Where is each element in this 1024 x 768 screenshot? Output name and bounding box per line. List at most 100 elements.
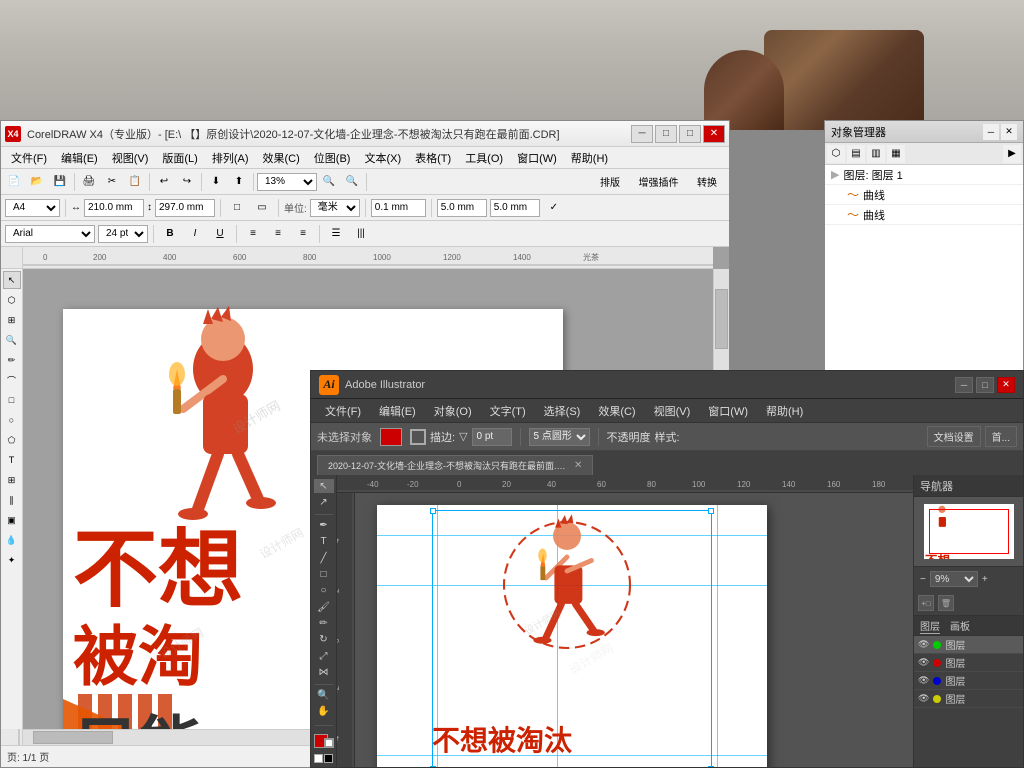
portrait-btn[interactable]: □ (226, 197, 248, 219)
fontsize-select[interactable]: 24 pt (98, 225, 148, 243)
tool-select[interactable]: ↖ (3, 271, 21, 289)
ai-tool-direct-select[interactable]: ↗ (314, 495, 334, 509)
bleed-v-input[interactable] (490, 199, 540, 217)
menu-help[interactable]: 帮助(H) (565, 148, 614, 168)
panel-tb4[interactable]: ▦ (887, 145, 905, 163)
tool-freehand[interactable]: ✏ (3, 351, 21, 369)
menu-bitmap[interactable]: 位图(B) (308, 148, 357, 168)
tb-cut[interactable]: ✂ (101, 171, 123, 193)
align-center-btn[interactable]: ≡ (267, 223, 289, 245)
ai-layer-row-4[interactable]: 👁 图层 (914, 690, 1023, 708)
menu-window[interactable]: 窗口(W) (511, 148, 563, 168)
underline-btn[interactable]: U (209, 223, 231, 245)
ai-zoom-minus[interactable]: − (920, 574, 926, 585)
tool-fill[interactable]: ▣ (3, 511, 21, 529)
ai-tool-pencil[interactable]: ✏ (314, 616, 334, 630)
curve-row-2[interactable]: 〜 曲线 (825, 205, 1023, 225)
tool-parallel[interactable]: ∥ (3, 491, 21, 509)
tb-import[interactable]: ⬇ (205, 171, 227, 193)
menu-layout[interactable]: 版面(L) (156, 148, 203, 168)
ai-menu-help[interactable]: 帮助(H) (758, 401, 811, 421)
bleed-h-input[interactable] (437, 199, 487, 217)
tb-undo[interactable]: ↩ (153, 171, 175, 193)
ai-shape-select[interactable]: 5 点圆形 (529, 428, 590, 446)
ai-layer-del[interactable]: 🗑 (938, 595, 954, 611)
cdr-scroll-thumb-h[interactable] (33, 731, 113, 744)
ai-tool-brush[interactable]: 🖌 (314, 600, 334, 614)
tool-interactive[interactable]: ✦ (3, 551, 21, 569)
list-btn[interactable]: ☰ (325, 223, 347, 245)
ai-minimize[interactable]: ─ (955, 377, 973, 393)
close-button[interactable]: ✕ (703, 125, 725, 143)
tb-save[interactable]: 💾 (49, 171, 71, 193)
italic-btn[interactable]: I (184, 223, 206, 245)
ai-tool-ellipse[interactable]: ○ (314, 584, 334, 598)
tb-copy[interactable]: 📋 (124, 171, 146, 193)
panel-tb2[interactable]: ▤ (847, 145, 865, 163)
ai-tab-close[interactable]: ✕ (574, 460, 582, 471)
tool-crop[interactable]: ⊞ (3, 311, 21, 329)
ai-layer-row-3[interactable]: 👁 图层 (914, 672, 1023, 690)
ai-menu-effects[interactable]: 效果(C) (590, 401, 643, 421)
ai-doc-settings-btn[interactable]: 文档设置 (927, 426, 981, 447)
bold-btn[interactable]: B (159, 223, 181, 245)
zoom-select[interactable]: 13% 25% 50% 100% (257, 173, 317, 191)
menu-text[interactable]: 文本(X) (358, 148, 407, 168)
ai-stroke-input[interactable] (472, 428, 512, 446)
ai-zoom-plus[interactable]: + (982, 574, 988, 585)
nudge-input[interactable] (371, 199, 426, 217)
panel-close[interactable]: ✕ (1001, 124, 1017, 140)
ai-none-btn[interactable] (314, 754, 323, 763)
ai-first-btn[interactable]: 首... (985, 426, 1017, 447)
menu-table[interactable]: 表格(T) (409, 148, 457, 168)
tool-ellipse[interactable]: ○ (3, 411, 21, 429)
ai-menu-edit[interactable]: 编辑(E) (371, 401, 424, 421)
menu-file[interactable]: 文件(F) (5, 148, 53, 168)
menu-view[interactable]: 视图(V) (106, 148, 155, 168)
page-size-select[interactable]: A4 (5, 199, 60, 217)
ai-tool-zoom[interactable]: 🔍 (314, 688, 334, 702)
panel-minimize[interactable]: ─ (983, 124, 999, 140)
ai-tool-rect[interactable]: □ (314, 567, 334, 581)
ai-menu-select[interactable]: 选择(S) (536, 401, 589, 421)
tb-new[interactable]: 📄 (3, 171, 25, 193)
ai-menu-object[interactable]: 对象(O) (426, 401, 480, 421)
maximize-button[interactable]: □ (679, 125, 701, 143)
panel-expand[interactable]: ▶ (1003, 145, 1021, 163)
tool-rect[interactable]: □ (3, 391, 21, 409)
tb-export[interactable]: ⬆ (228, 171, 250, 193)
tool-polygon[interactable]: ⬠ (3, 431, 21, 449)
ai-fill-indicator[interactable] (314, 734, 334, 748)
panel-tb1[interactable]: ⬡ (827, 145, 845, 163)
ai-stroke-color[interactable] (410, 429, 426, 445)
menu-edit[interactable]: 编辑(E) (55, 148, 104, 168)
ai-tool-pen[interactable]: ✒ (314, 518, 334, 532)
ai-doc-tab[interactable]: 2020-12-07-文化墙-企业理念-不想被淘汰只有跑在最前面.ai @ 9%… (317, 455, 593, 475)
tb-enhance[interactable]: 增强插件 (631, 171, 686, 193)
menu-arrange[interactable]: 排列(A) (206, 148, 255, 168)
tool-eyedrop[interactable]: 💧 (3, 531, 21, 549)
menu-effects[interactable]: 效果(C) (257, 148, 306, 168)
width-input[interactable] (84, 199, 144, 217)
panel-tb3[interactable]: ▥ (867, 145, 885, 163)
columns-btn[interactable]: ||| (350, 223, 372, 245)
unit-select[interactable]: 毫米 (310, 199, 360, 217)
height-input[interactable] (155, 199, 215, 217)
ai-menu-view[interactable]: 视图(V) (646, 401, 699, 421)
apply-btn[interactable]: ✓ (543, 197, 565, 219)
tool-text[interactable]: T (3, 451, 21, 469)
ai-maximize[interactable]: □ (976, 377, 994, 393)
menu-tools[interactable]: 工具(O) (459, 148, 509, 168)
cdr-scroll-thumb-v[interactable] (715, 289, 728, 349)
ai-tool-select[interactable]: ↖ (314, 479, 334, 493)
tb-zoomout[interactable]: 🔍 (341, 171, 363, 193)
ai-close[interactable]: ✕ (997, 377, 1015, 393)
ai-menu-file[interactable]: 文件(F) (317, 401, 369, 421)
tool-table[interactable]: ⊞ (3, 471, 21, 489)
ai-layer-new[interactable]: +□ (918, 595, 934, 611)
ai-fill-color[interactable] (380, 428, 402, 446)
minimize-button[interactable]: ─ (631, 125, 653, 143)
font-select[interactable]: Arial (5, 225, 95, 243)
tool-smart-draw[interactable]: ⌒ (3, 371, 21, 389)
curve-row-1[interactable]: 〜 曲线 (825, 185, 1023, 205)
